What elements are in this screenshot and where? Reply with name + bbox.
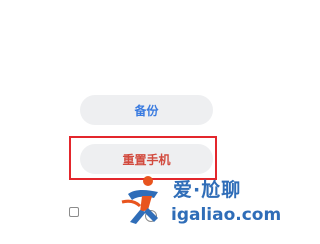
watermark-url: igaliao.com bbox=[171, 205, 282, 225]
settings-screen: 备份 重置手机 爱·尬聊 igaliao.com bbox=[0, 0, 283, 244]
watermark-logo: 爱·尬聊 igaliao.com bbox=[118, 172, 282, 230]
reset-phone-button[interactable]: 重置手机 bbox=[80, 144, 213, 174]
runner-logo-icon bbox=[121, 176, 158, 224]
recent-apps-icon[interactable] bbox=[69, 207, 79, 217]
backup-button[interactable]: 备份 bbox=[80, 95, 213, 125]
watermark-title: 爱·尬聊 bbox=[173, 179, 242, 201]
